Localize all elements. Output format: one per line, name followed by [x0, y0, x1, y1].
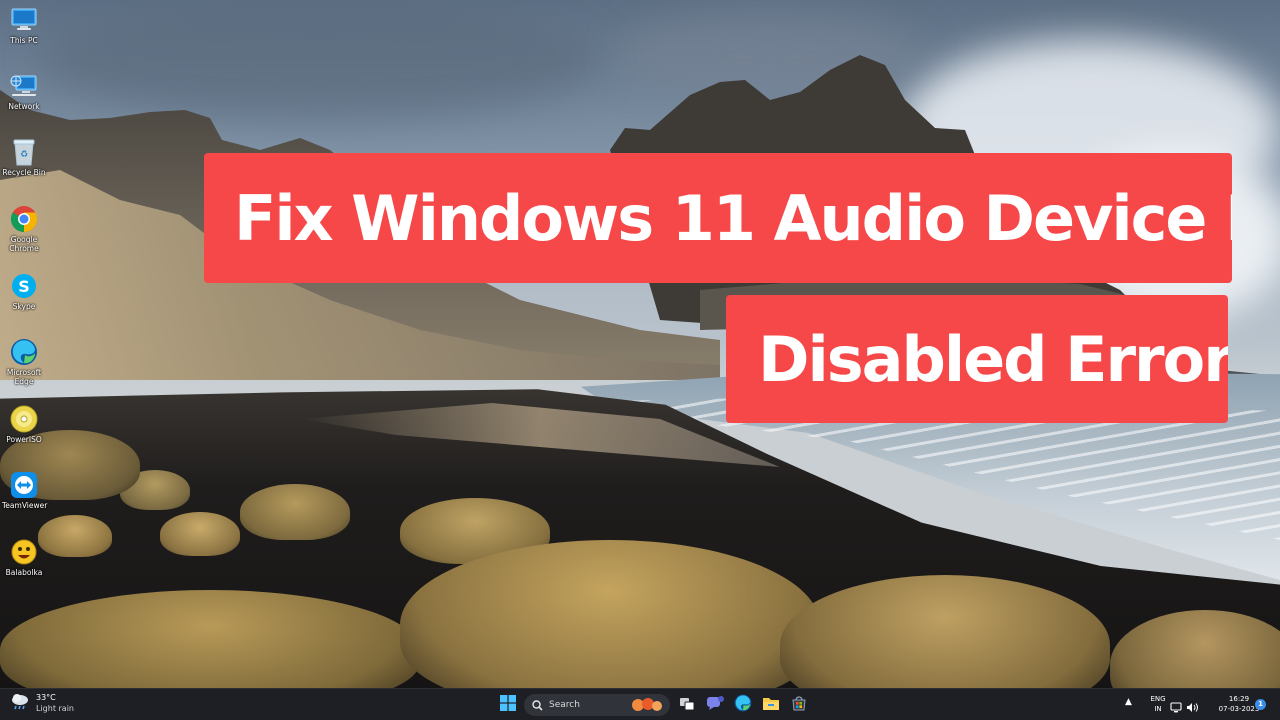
start-button[interactable]	[497, 694, 519, 716]
skype-icon: S	[10, 272, 38, 300]
chrome-icon	[10, 205, 38, 233]
grass-tuft	[240, 484, 350, 540]
desktop-icon-recycle-bin[interactable]: ♻ Recycle Bin	[2, 138, 46, 177]
clock-date: 07-03-2023	[1218, 705, 1260, 713]
windows-start-icon	[500, 695, 516, 715]
language-code: ENG	[1150, 695, 1166, 703]
weather-widget[interactable]: 33°C Light rain	[10, 692, 74, 714]
desktop-icon-teamviewer[interactable]: TeamViewer	[2, 471, 48, 510]
desktop-icon-poweriso[interactable]: PowerISO	[2, 405, 46, 444]
desktop[interactable]: This PC Network ♻ Recycle Bin Google Chr…	[0, 0, 1280, 720]
teams-chat-icon	[706, 695, 724, 715]
desktop-icon-skype[interactable]: S Skype	[2, 272, 46, 311]
svg-text:♻: ♻	[20, 150, 28, 160]
desktop-icon-network[interactable]: Network	[2, 72, 46, 111]
desktop-icon-label: Recycle Bin	[2, 168, 46, 177]
clock-time: 16:29	[1228, 695, 1250, 703]
desktop-icon-label: Google Chrome	[9, 235, 39, 253]
desktop-icon-label: Balabolka	[5, 568, 43, 577]
desktop-icon-label: Skype	[12, 302, 36, 311]
teamviewer-icon	[10, 471, 38, 499]
search-highlight-icon	[630, 697, 664, 717]
notification-badge[interactable]: 1	[1255, 699, 1266, 710]
task-view-icon	[679, 696, 695, 715]
grass-tuft	[38, 515, 112, 557]
desktop-icon-label: PowerISO	[6, 435, 42, 444]
task-view-button[interactable]	[676, 694, 698, 716]
desktop-icon-label: Network	[8, 102, 40, 111]
weather-temperature: 33°C	[36, 693, 56, 702]
taskbar-search-box[interactable]: Search	[524, 694, 670, 716]
search-label: Search	[549, 700, 580, 710]
folder-icon	[762, 696, 780, 715]
show-hidden-icons-chevron-icon[interactable]: ▲	[1125, 697, 1132, 707]
desktop-icon-google-chrome[interactable]: Google Chrome	[2, 205, 46, 253]
grass-tuft	[160, 512, 240, 556]
network-status-icon	[1170, 698, 1182, 717]
volume-icon	[1186, 698, 1199, 717]
desktop-icon-microsoft-edge[interactable]: Microsoft Edge	[2, 338, 46, 386]
desktop-icon-this-pc[interactable]: This PC	[2, 6, 46, 45]
poweriso-icon	[10, 405, 38, 433]
recycle-bin-icon: ♻	[10, 138, 38, 166]
language-region: IN	[1154, 705, 1162, 713]
desktop-icon-label: This PC	[10, 36, 38, 45]
store-icon	[790, 695, 808, 715]
weather-condition: Light rain	[36, 704, 74, 713]
svg-text:S: S	[18, 277, 30, 296]
desktop-icon-label: TeamViewer	[2, 501, 48, 510]
teams-chat-button[interactable]	[704, 694, 726, 716]
edge-icon	[734, 694, 752, 716]
store-button[interactable]	[788, 694, 810, 716]
desktop-icon-label: Microsoft Edge	[6, 368, 42, 386]
file-explorer-button[interactable]	[760, 694, 782, 716]
title-banner-line-1: Fix Windows 11 Audio Device Is	[204, 153, 1232, 283]
taskbar: 33°C Light rain Search ▲ ENG IN 16:29 07…	[0, 688, 1280, 720]
edge-taskbar-button[interactable]	[732, 694, 754, 716]
desktop-icon-balabolka[interactable]: Balabolka	[2, 538, 46, 577]
quick-settings[interactable]	[1170, 698, 1199, 717]
search-icon	[532, 696, 543, 715]
edge-icon	[10, 338, 38, 366]
network-icon	[10, 72, 38, 100]
system-tray: ▲ ENG IN 16:29 07-03-2023 1	[1120, 689, 1280, 720]
cloud-rain-icon	[10, 692, 30, 714]
title-banner-line-2: Disabled Error	[726, 295, 1228, 423]
monitor-icon	[10, 6, 38, 34]
balabolka-icon	[10, 538, 38, 566]
